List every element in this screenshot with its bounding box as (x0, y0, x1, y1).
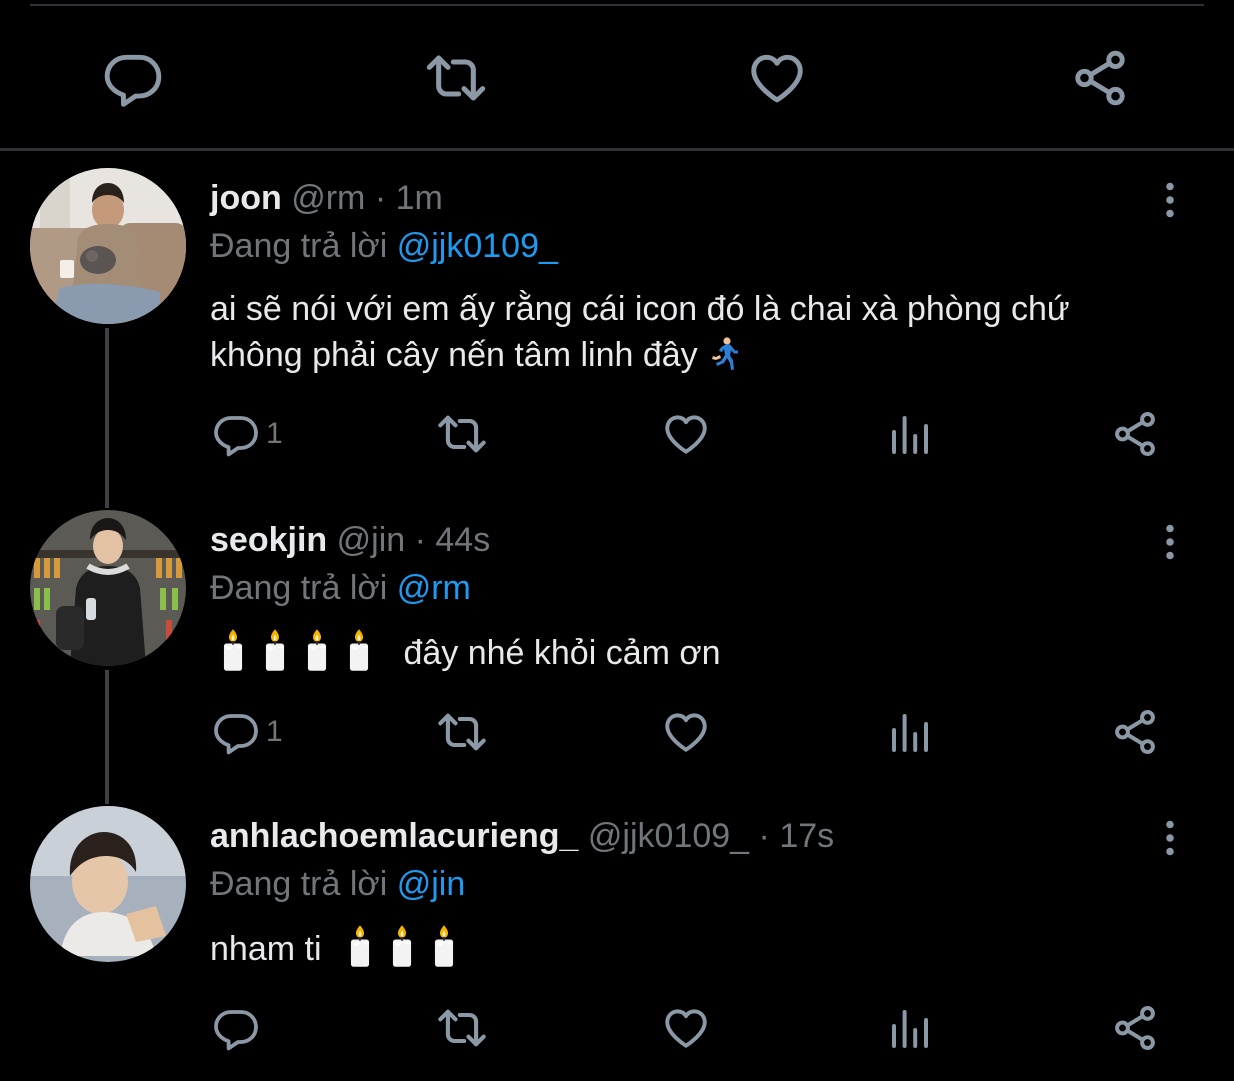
mention-link[interactable]: @rm (397, 569, 471, 607)
separator-dot: · (374, 179, 387, 217)
candle-emoji-icon (218, 628, 248, 672)
reply-button[interactable]: 1 (212, 404, 283, 464)
share-button[interactable] (1110, 404, 1160, 464)
display-name[interactable]: joon (210, 179, 282, 217)
view-stats-button[interactable] (886, 702, 934, 762)
user-handle[interactable]: @jin (337, 521, 406, 559)
timestamp[interactable]: 17s (779, 817, 834, 855)
candle-emoji-icon (344, 628, 374, 672)
retweet-button[interactable] (436, 404, 488, 464)
mention-link[interactable]: @jin (397, 865, 466, 903)
more-options-button[interactable] (1150, 180, 1190, 220)
stats-icon (886, 708, 934, 756)
section-divider (0, 148, 1234, 151)
more-vertical-icon (1165, 820, 1175, 856)
reply-count: 1 (266, 417, 283, 450)
display-name[interactable]: seokjin (210, 521, 327, 559)
separator-dot: · (414, 521, 426, 559)
replying-to-label: Đang trả lời (210, 569, 388, 607)
reply-icon (212, 708, 260, 756)
like-icon (661, 409, 711, 459)
parent-action-bar (0, 28, 1234, 128)
tweet-action-bar (0, 998, 1234, 1058)
reply-button[interactable] (212, 998, 266, 1058)
mention-link[interactable]: @jjk0109_ (397, 227, 558, 265)
reply-count: 1 (266, 715, 283, 748)
share-icon (1110, 707, 1160, 757)
tweet-text-line: ai sẽ nói với em ấy rằng cái icon đó là … (210, 290, 1070, 328)
reply-button[interactable]: 1 (212, 702, 283, 762)
display-name[interactable]: anhlachoemlacurieng_ (210, 817, 578, 855)
tweet-action-bar: 1 (0, 702, 1234, 762)
tweet-text: ai sẽ nói với em ấy rằng cái icon đó là … (210, 286, 1170, 378)
more-options-button[interactable] (1150, 818, 1190, 858)
candle-emoji-icon (345, 924, 375, 968)
replying-to: Đang trả lời @jin (210, 864, 465, 904)
avatar[interactable] (30, 168, 186, 324)
share-icon (1110, 409, 1160, 459)
tweet[interactable]: anhlachoemlacurieng_ @jjk0109_ · 17s Đan… (0, 806, 1234, 1076)
retweet-button[interactable] (424, 46, 488, 110)
replying-to-label: Đang trả lời (210, 865, 388, 903)
reply-icon (212, 410, 260, 458)
tweet-text-line: đây nhé khỏi cảm ơn (403, 634, 721, 672)
avatar[interactable] (30, 806, 186, 962)
replying-to: Đang trả lời @jjk0109_ (210, 226, 558, 266)
tweet-text-line: không phải cây nến tâm linh đây (210, 336, 698, 374)
avatar[interactable] (30, 510, 186, 666)
like-button[interactable] (661, 998, 711, 1058)
candle-emoji-icon (260, 628, 290, 672)
tweet[interactable]: joon @rm · 1m Đang trả lời @jjk0109_ ai … (0, 168, 1234, 488)
timestamp[interactable]: 1m (396, 179, 443, 217)
share-button[interactable] (1068, 46, 1132, 110)
retweet-button[interactable] (436, 998, 488, 1058)
view-stats-button[interactable] (886, 404, 934, 464)
candle-emoji-icon (302, 628, 332, 672)
more-options-button[interactable] (1150, 522, 1190, 562)
tweet[interactable]: seokjin @jin · 44s Đang trả lời @rm đây … (0, 510, 1234, 800)
user-handle[interactable]: @jjk0109_ (588, 817, 749, 855)
like-button[interactable] (745, 46, 809, 110)
like-button[interactable] (661, 404, 711, 464)
candle-emoji-icon (387, 924, 417, 968)
candle-emoji-icon (429, 924, 459, 968)
reply-icon (102, 47, 164, 109)
like-icon (661, 1003, 711, 1053)
like-icon (661, 707, 711, 757)
stats-icon (886, 410, 934, 458)
tweet-text-line: nham ti (210, 930, 322, 968)
retweet-icon (436, 408, 488, 460)
reply-icon (212, 1004, 260, 1052)
share-button[interactable] (1110, 998, 1160, 1058)
more-vertical-icon (1165, 182, 1175, 218)
share-button[interactable] (1110, 702, 1160, 762)
retweet-button[interactable] (436, 702, 488, 762)
replying-to-label: Đang trả lời (210, 227, 388, 265)
tweet-action-bar: 1 (0, 404, 1234, 464)
separator-dot: · (758, 817, 770, 855)
reply-button[interactable] (101, 46, 165, 110)
stats-icon (886, 1004, 934, 1052)
tweet-text: đây nhé khỏi cảm ơn (212, 628, 1172, 676)
user-handle[interactable]: @rm (291, 179, 365, 217)
share-icon (1110, 1003, 1160, 1053)
retweet-icon (424, 45, 488, 111)
share-icon (1069, 47, 1131, 109)
replying-to: Đang trả lời @rm (210, 568, 471, 608)
runner-emoji-icon (707, 336, 741, 372)
view-stats-button[interactable] (886, 998, 934, 1058)
timestamp[interactable]: 44s (435, 521, 490, 559)
top-divider (30, 4, 1204, 6)
like-icon (746, 47, 808, 109)
more-vertical-icon (1165, 524, 1175, 560)
like-button[interactable] (661, 702, 711, 762)
retweet-icon (436, 706, 488, 758)
retweet-icon (436, 1002, 488, 1054)
tweet-text: nham ti (210, 924, 1170, 972)
